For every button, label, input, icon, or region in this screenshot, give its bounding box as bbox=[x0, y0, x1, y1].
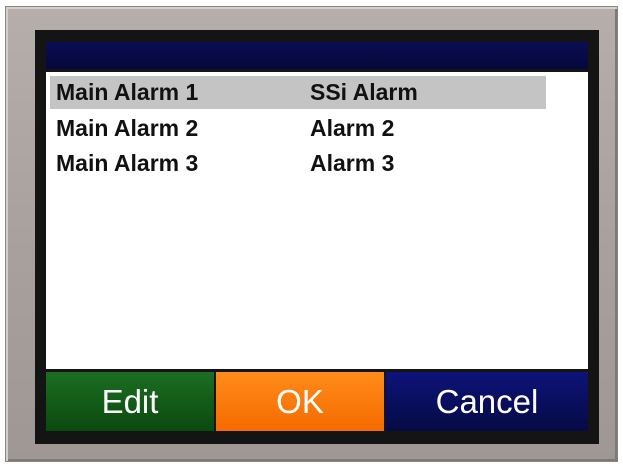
alarm-name: Main Alarm 1 bbox=[56, 79, 199, 105]
alarm-name: Main Alarm 2 bbox=[56, 115, 199, 141]
alarm-name: Main Alarm 3 bbox=[56, 150, 199, 176]
list-item-main-alarm-2[interactable]: Main Alarm 2 Alarm 2 bbox=[50, 112, 546, 145]
alarm-value: Alarm 3 bbox=[310, 150, 395, 176]
alarm-list: Main Alarm 1 SSi Alarm Main Alarm 2 Alar… bbox=[46, 72, 588, 369]
alarm-value: Alarm 2 bbox=[310, 115, 395, 141]
edit-button[interactable]: Edit bbox=[46, 372, 214, 431]
alarm-value: SSi Alarm bbox=[310, 79, 418, 105]
title-bar bbox=[46, 42, 588, 69]
list-item-main-alarm-3[interactable]: Main Alarm 3 Alarm 3 bbox=[50, 147, 546, 180]
list-item-main-alarm-1[interactable]: Main Alarm 1 SSi Alarm bbox=[50, 76, 546, 109]
ok-button[interactable]: OK bbox=[216, 372, 384, 431]
cancel-button[interactable]: Cancel bbox=[386, 372, 588, 431]
